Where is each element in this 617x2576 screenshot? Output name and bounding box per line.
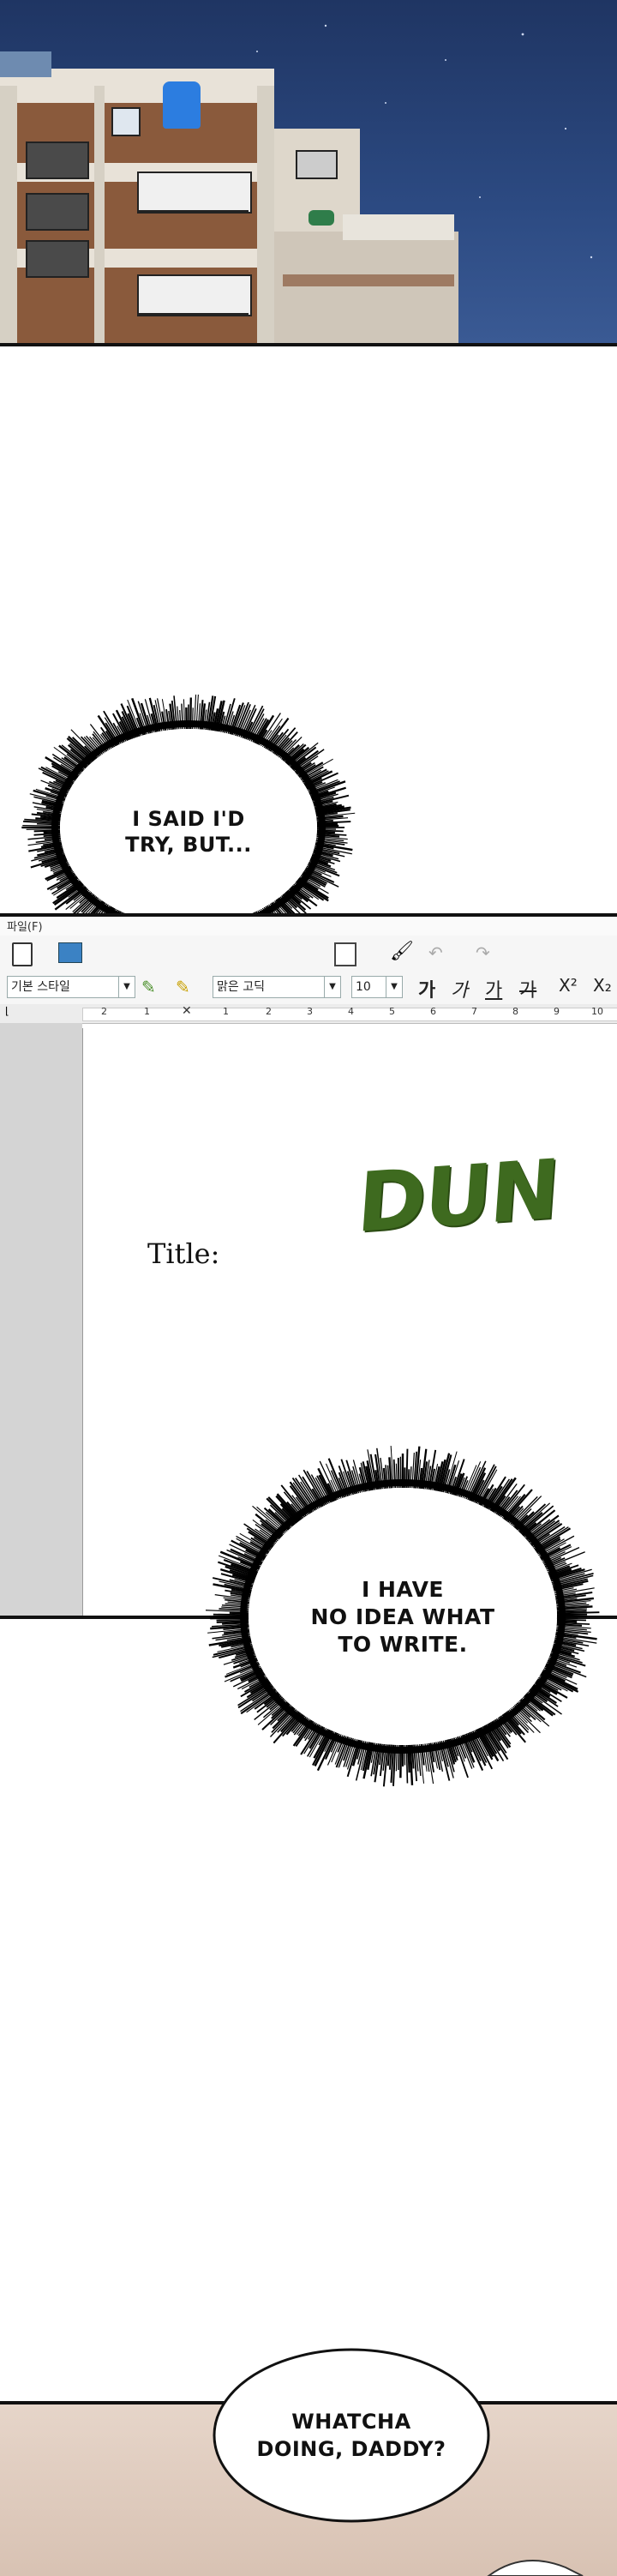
- toolbar-standard: 🖌 ↶ ↷: [0, 936, 617, 971]
- bubble-3-line-1: WHATCHA: [244, 2408, 458, 2435]
- water-tank: [163, 81, 201, 129]
- font-size-select[interactable]: 10 ▼: [351, 976, 403, 998]
- paragraph-style-select[interactable]: 기본 스타일 ▼: [7, 976, 135, 998]
- night-building-panel: [0, 0, 617, 346]
- chevron-down-icon: ▼: [386, 977, 402, 997]
- menu-file[interactable]: 파일(F): [7, 918, 43, 934]
- bold-button[interactable]: 가: [418, 975, 435, 1002]
- ruler-number: 1: [223, 1006, 229, 1017]
- ruler-number: 4: [348, 1006, 354, 1017]
- sfx-dun: DUN: [354, 1141, 561, 1251]
- superscript-button[interactable]: X²: [559, 975, 578, 996]
- document-title-label: Title:: [147, 1237, 219, 1270]
- bubble-1-text: I SAID I'D TRY, BUT...: [86, 806, 291, 858]
- copy-icon[interactable]: [334, 942, 356, 966]
- toolbar-formatting: 기본 스타일 ▼ ✎ ✎ 맑은 고딕 ▼ 10 ▼ 가 가 가 가 X² X₂: [0, 970, 617, 1005]
- paragraph-style-value: 기본 스타일: [11, 980, 70, 994]
- bubble-3-line-2: DOING, DADDY?: [244, 2435, 458, 2463]
- save-icon[interactable]: [58, 942, 82, 963]
- ruler-number: 2: [101, 1006, 107, 1017]
- bubble-2-line-3: TO WRITE.: [283, 1631, 523, 1658]
- ruler-number: 5: [389, 1006, 395, 1017]
- ruler-number: 9: [554, 1006, 560, 1017]
- format-paintbrush-icon[interactable]: 🖌: [390, 941, 414, 962]
- bubble-3-text: WHATCHA DOING, DADDY?: [244, 2408, 458, 2463]
- ruler[interactable]: ⌊ 2 1 ✕ 1 2 3 4 5 6 7 8 9 10: [0, 1004, 617, 1024]
- ruler-number: 10: [591, 1006, 603, 1017]
- ruler-number: 7: [471, 1006, 477, 1017]
- bubble-2-line-2: NO IDEA WHAT: [283, 1604, 523, 1631]
- document-margin-background: [0, 1023, 82, 1616]
- redo-icon[interactable]: ↷: [476, 942, 490, 963]
- new-style-icon[interactable]: ✎: [176, 977, 190, 997]
- new-document-icon[interactable]: [12, 942, 33, 966]
- font-name-value: 맑은 고딕: [217, 980, 265, 994]
- bubble-2-text: I HAVE NO IDEA WHAT TO WRITE.: [283, 1576, 523, 1658]
- chevron-down-icon: ▼: [118, 977, 135, 997]
- bubble-1-line-1: I SAID I'D: [86, 806, 291, 832]
- subscript-button[interactable]: X₂: [593, 975, 612, 996]
- tab-stop-icon[interactable]: ⌊: [5, 1005, 9, 1017]
- ruler-number: 3: [307, 1006, 313, 1017]
- style-update-icon[interactable]: ✎: [141, 977, 156, 997]
- ruler-number: 8: [512, 1006, 518, 1017]
- ruler-number: 6: [430, 1006, 436, 1017]
- menu-bar: 파일(F): [0, 917, 617, 936]
- ruler-number: 2: [266, 1006, 272, 1017]
- font-name-select[interactable]: 맑은 고딕 ▼: [213, 976, 341, 998]
- indent-marker-icon[interactable]: ✕: [182, 1004, 192, 1018]
- font-size-value: 10: [356, 980, 371, 994]
- underline-button[interactable]: 가: [485, 975, 502, 1002]
- italic-button[interactable]: 가: [451, 975, 468, 1002]
- undo-icon[interactable]: ↶: [428, 942, 443, 963]
- bubble-1-line-2: TRY, BUT...: [86, 832, 291, 858]
- bubble-2-line-1: I HAVE: [283, 1576, 523, 1604]
- ruler-number: 1: [144, 1006, 150, 1017]
- strikethrough-button[interactable]: 가: [519, 975, 536, 1002]
- chevron-down-icon: ▼: [324, 977, 340, 997]
